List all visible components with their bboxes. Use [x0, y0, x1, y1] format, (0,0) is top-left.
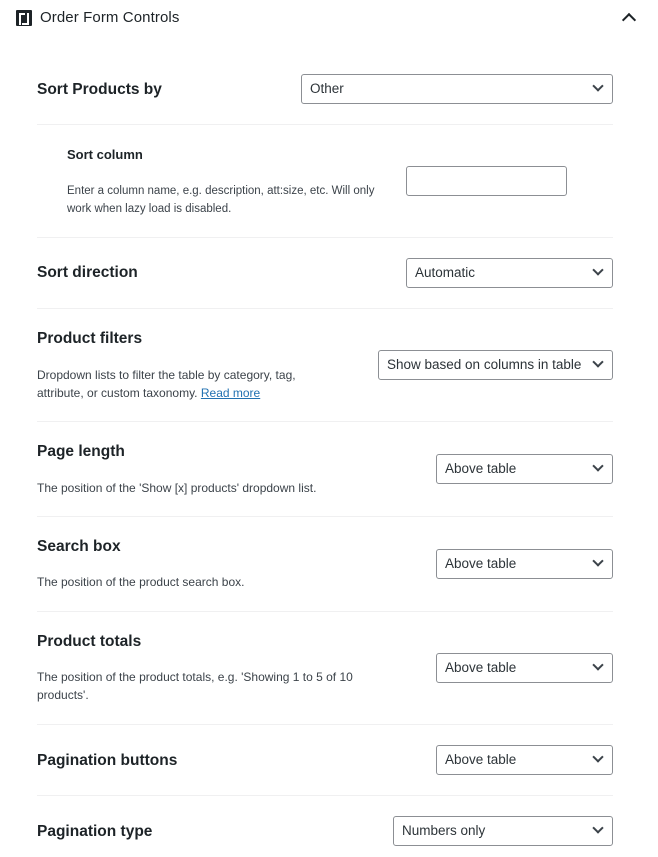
pagination-buttons-select[interactable]: Above table — [436, 745, 613, 775]
page-length-label: Page length — [37, 443, 125, 460]
sort-column-label: Sort column — [67, 147, 143, 162]
panel-header[interactable]: Order Form Controls — [0, 0, 658, 36]
sort-products-label: Sort Products by — [37, 81, 162, 98]
setting-sort-products: Sort Products by Other — [37, 54, 613, 125]
product-totals-value: Above table — [445, 660, 517, 675]
chevron-down-icon — [593, 268, 603, 278]
sort-column-description: Enter a column name, e.g. description, a… — [67, 185, 375, 215]
sort-direction-value: Automatic — [415, 265, 476, 280]
search-box-select[interactable]: Above table — [436, 549, 613, 579]
sort-column-input[interactable] — [406, 166, 567, 196]
pagination-buttons-value: Above table — [445, 752, 517, 767]
product-totals-description: The position of the product totals, e.g.… — [37, 670, 353, 702]
setting-sort-direction: Sort direction Automatic — [37, 238, 613, 309]
sort-direction-select[interactable]: Automatic — [406, 258, 613, 288]
setting-sort-column: Sort column Enter a column name, e.g. de… — [37, 125, 613, 238]
search-box-value: Above table — [445, 556, 517, 571]
panel-title: Order Form Controls — [40, 9, 180, 26]
page-length-value: Above table — [445, 461, 517, 476]
search-box-description: The position of the product search box. — [37, 575, 245, 589]
chevron-down-icon — [593, 464, 603, 474]
search-box-label: Search box — [37, 538, 121, 555]
setting-pagination-buttons: Pagination buttons Above table — [37, 725, 613, 796]
setting-product-filters: Product filters Dropdown lists to filter… — [37, 309, 613, 422]
chevron-down-icon — [593, 559, 603, 569]
setting-pagination-type: Pagination type Numbers only — [37, 796, 613, 857]
chevron-down-icon — [593, 826, 603, 836]
product-totals-label: Product totals — [37, 633, 142, 650]
chevron-up-icon[interactable] — [622, 12, 636, 22]
chevron-down-icon — [593, 84, 603, 94]
pagination-type-value: Numbers only — [402, 823, 486, 838]
setting-search-box: Search box The position of the product s… — [37, 517, 613, 612]
product-filters-label: Product filters — [37, 330, 143, 347]
product-filters-value: Show based on columns in table — [387, 357, 582, 372]
pagination-type-label: Pagination type — [37, 823, 153, 840]
pagination-buttons-label: Pagination buttons — [37, 752, 178, 769]
read-more-link[interactable]: Read more — [201, 386, 260, 400]
chevron-down-icon — [593, 360, 603, 370]
sort-products-value: Other — [310, 81, 344, 96]
product-filters-select[interactable]: Show based on columns in table — [378, 350, 613, 380]
plugin-logo-icon — [16, 10, 32, 26]
product-totals-select[interactable]: Above table — [436, 653, 613, 683]
chevron-down-icon — [593, 755, 603, 765]
chevron-down-icon — [593, 663, 603, 673]
setting-product-totals: Product totals The position of the produ… — [37, 612, 613, 725]
pagination-type-select[interactable]: Numbers only — [393, 816, 613, 846]
setting-page-length: Page length The position of the 'Show [x… — [37, 422, 613, 517]
page-length-select[interactable]: Above table — [436, 454, 613, 484]
product-filters-description: Dropdown lists to filter the table by ca… — [37, 368, 296, 400]
sort-products-select[interactable]: Other — [301, 74, 613, 104]
sort-direction-label: Sort direction — [37, 264, 138, 281]
page-length-description: The position of the 'Show [x] products' … — [37, 481, 317, 495]
